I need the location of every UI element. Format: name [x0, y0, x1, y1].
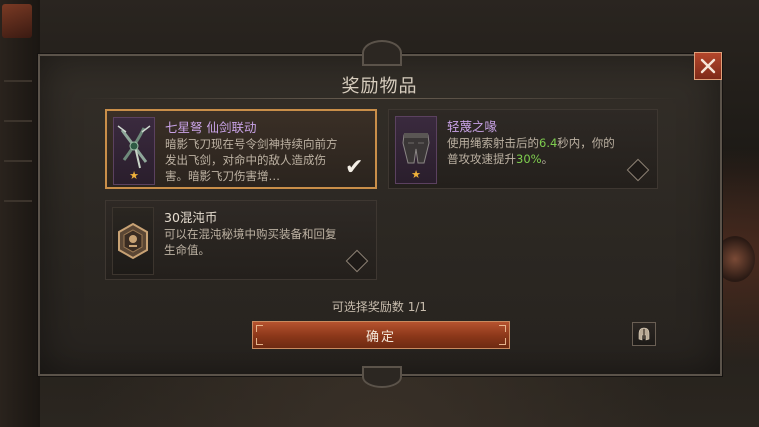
chaos-coin-icon — [118, 222, 148, 260]
reward-name: 轻蔑之喙 — [447, 119, 498, 134]
select-diamond-icon[interactable] — [345, 249, 369, 273]
reward-card-2[interactable]: ★ 轻蔑之喙 使用绳索射击后的6.4秒内，你的普攻攻速提升30%。 — [388, 109, 658, 189]
selection-count: 可选择奖励数 1/1 — [331, 300, 428, 314]
desc-text: 使用绳索射击后的 — [447, 136, 539, 150]
desc-highlight: 6.4 — [539, 136, 558, 150]
button-corner — [256, 338, 263, 345]
reward-card-1[interactable]: ★ 七星弩 仙剑联动 暗影飞刀现在号令剑神持续向前方发出飞剑，对命中的敌人造成伤… — [105, 109, 377, 189]
background-divider — [4, 160, 32, 162]
background-divider — [4, 200, 32, 202]
reward-icon-frame — [112, 207, 154, 275]
confirm-button[interactable]: 确定 — [252, 321, 510, 349]
desc-highlight: 30% — [516, 152, 542, 166]
desc-text: 。 — [541, 152, 554, 166]
background-side-panel — [0, 0, 40, 427]
close-button[interactable] — [694, 52, 722, 80]
crossbow-icon — [117, 125, 151, 169]
reward-icon-frame: ★ — [113, 117, 155, 185]
reward-name: 七星弩 仙剑联动 — [165, 120, 257, 135]
reward-card-3[interactable]: 30混沌币 可以在混沌秘境中购买装备和回复生命值。 — [105, 200, 377, 280]
close-icon — [700, 58, 716, 74]
rarity-star-icon: ★ — [411, 168, 421, 181]
bottom-ornament — [362, 366, 402, 388]
reward-description: 暗影飞刀现在号令剑神持续向前方发出飞剑，对命中的敌人造成伤害。暗影飞刀伤害增… — [165, 137, 338, 183]
background-avatar — [2, 4, 32, 38]
select-diamond-icon[interactable] — [626, 158, 650, 182]
top-ornament — [362, 40, 402, 66]
checkmark-icon: ✔ — [345, 155, 364, 180]
dialog-title: 奖励物品 — [341, 76, 418, 97]
confirm-label: 确定 — [365, 329, 396, 345]
button-corner — [499, 338, 506, 345]
reward-name: 30混沌币 — [164, 210, 218, 225]
reward-icon-frame: ★ — [395, 116, 437, 184]
reward-description: 可以在混沌秘境中购买装备和回复生命值。 — [164, 227, 337, 257]
button-corner — [256, 325, 263, 332]
helmet-button[interactable] — [632, 322, 656, 346]
background-divider — [4, 120, 32, 122]
button-corner — [499, 325, 506, 332]
title-divider — [78, 98, 681, 99]
helmet-icon — [638, 327, 650, 341]
reward-description: 使用绳索射击后的6.4秒内，你的普攻攻速提升30%。 — [447, 135, 623, 167]
rarity-star-icon: ★ — [129, 169, 139, 182]
